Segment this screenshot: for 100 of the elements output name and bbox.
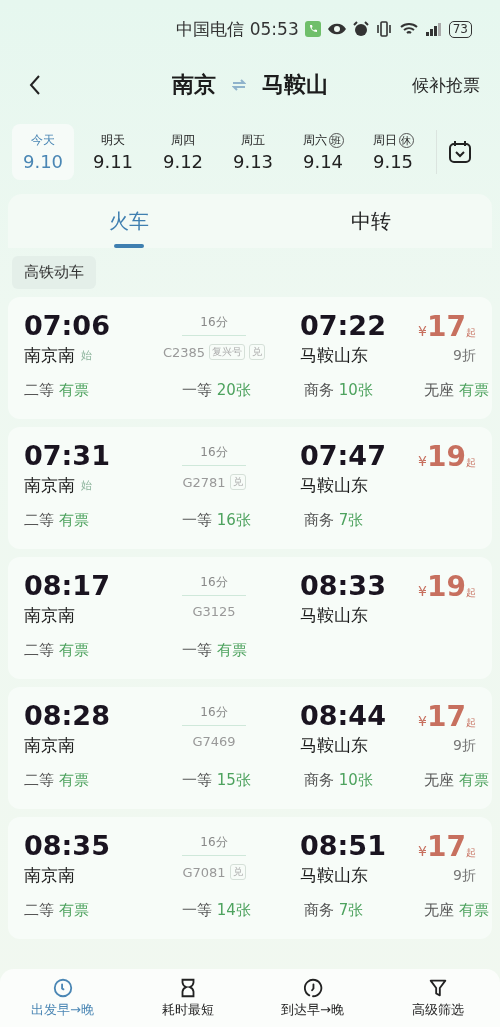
clock-icon — [301, 977, 324, 999]
sort-tab[interactable]: 耗时最短 — [125, 969, 250, 1027]
mode-tab[interactable]: 火车 — [8, 194, 250, 248]
seat-availability: 一等 20张 — [181, 381, 252, 400]
wifi-icon — [398, 21, 419, 37]
date-label: 9.12 — [162, 151, 204, 172]
departure-station: 南京南 — [24, 344, 75, 367]
train-card[interactable]: 07:31 南京南 始 16分 G2781 兑 07:47 马鞍山东 ¥19起 二等 有票 一等 16张 商务 7张 — [8, 427, 492, 549]
arrival-time: 08:44 — [300, 700, 387, 732]
eye-icon — [326, 22, 347, 36]
departure-station: 南京南 — [24, 864, 75, 887]
seat-availability: 商务 10张 — [304, 381, 374, 400]
date-tab[interactable]: 周六 班 9.14 — [292, 124, 354, 180]
seat-availability: 商务 7张 — [304, 901, 365, 920]
train-tag: 兑 — [249, 344, 266, 360]
weekday-label: 周四 — [171, 132, 195, 149]
weekday-label: 周六 — [302, 132, 327, 149]
seat-availability: 无座 有票 — [424, 771, 489, 790]
train-number: G7469 — [192, 734, 236, 749]
filter-chip[interactable]: 高铁动车 — [12, 256, 96, 289]
sort-tab[interactable]: 出发早→晚 — [0, 969, 125, 1027]
origin-city: 南京 — [172, 71, 216, 99]
date-tab[interactable]: 今天 9.10 — [12, 124, 74, 180]
seat-availability: 二等 有票 — [24, 511, 90, 530]
seat-availability: 二等 有票 — [24, 901, 90, 920]
carrier-name: 中国电信 — [175, 17, 244, 41]
discount-label: 9折 — [453, 737, 476, 755]
weekday-label: 周五 — [241, 132, 265, 149]
arrival-time: 08:33 — [300, 570, 387, 602]
arrival-time: 07:22 — [300, 310, 387, 342]
seat-availability: 一等 14张 — [181, 901, 252, 920]
currency-symbol: ¥ — [418, 453, 428, 469]
currency-symbol: ¥ — [418, 713, 428, 729]
signal-icon — [424, 21, 443, 37]
currency-symbol: ¥ — [418, 323, 428, 339]
train-tag: 兑 — [229, 474, 246, 490]
seat-availability: 一等 16张 — [181, 511, 252, 530]
calendar-icon[interactable] — [447, 139, 473, 165]
arrival-time: 07:47 — [300, 440, 387, 472]
train-card[interactable]: 08:35 南京南 16分 G7081 兑 08:51 马鞍山东 ¥17起 9折 二等 有票 一等 14张 商务 7张 无座 有票 — [8, 817, 492, 939]
alarm-icon — [352, 21, 369, 37]
seat-availability: 二等 有票 — [24, 771, 90, 790]
arrival-station: 马鞍山东 — [300, 604, 368, 627]
departure-time: 08:28 — [24, 700, 111, 732]
departure-station: 南京南 — [24, 604, 75, 627]
departure-time: 07:31 — [24, 440, 111, 472]
seat-availability: 二等 有票 — [24, 641, 90, 660]
date-label: 9.15 — [372, 151, 414, 172]
price: 17 — [427, 700, 466, 733]
arrival-station: 马鞍山东 — [300, 474, 368, 497]
arrival-station: 马鞍山东 — [300, 734, 368, 757]
phone-icon — [304, 21, 321, 37]
price-suffix: 起 — [466, 587, 476, 600]
departure-station: 南京南 — [24, 734, 75, 757]
train-number: G3125 — [192, 604, 236, 619]
arrival-station: 马鞍山东 — [300, 864, 368, 887]
seat-availability: 一等 15张 — [181, 771, 252, 790]
date-label: 9.13 — [232, 151, 274, 172]
currency-symbol: ¥ — [418, 583, 428, 599]
date-label: 9.11 — [92, 151, 134, 172]
currency-symbol: ¥ — [418, 843, 428, 859]
date-tab[interactable]: 周四 9.12 — [152, 124, 214, 180]
departure-time: 07:06 — [24, 310, 111, 342]
mode-tab[interactable]: 中转 — [250, 194, 492, 248]
price: 17 — [427, 310, 466, 343]
arrival-station: 马鞍山东 — [300, 344, 368, 367]
vibrate-icon — [374, 21, 393, 37]
seat-availability: 无座 有票 — [424, 901, 489, 920]
duration: 16分 — [200, 704, 228, 721]
duration: 16分 — [200, 444, 228, 461]
seat-availability: 一等 有票 — [181, 641, 248, 660]
price-suffix: 起 — [466, 457, 476, 470]
train-card[interactable]: 07:06 南京南 始 16分 C2385 复兴号 兑 07:22 马鞍山东 ¥17起 9折 二等 有票 一等 20张 商务 10张 无座 有票 — [8, 297, 492, 419]
duration: 16分 — [200, 834, 228, 851]
train-card[interactable]: 08:17 南京南 16分 G3125 08:33 马鞍山东 ¥19起 二等 有票 一等 有票 — [8, 557, 492, 679]
sort-tab[interactable]: 到达早→晚 — [250, 969, 375, 1027]
train-tag: 兑 — [229, 864, 246, 880]
seat-availability: 商务 7张 — [304, 511, 365, 530]
arrival-time: 08:51 — [300, 830, 387, 862]
train-card[interactable]: 08:28 南京南 16分 G7469 08:44 马鞍山东 ¥17起 9折 二等 有票 一等 15张 商务 10张 无座 有票 — [8, 687, 492, 809]
train-number: C2385 — [162, 344, 206, 360]
departure-station: 南京南 — [24, 474, 75, 497]
train-tag: 复兴号 — [209, 344, 246, 360]
price: 17 — [427, 830, 466, 863]
price-suffix: 起 — [466, 847, 476, 860]
date-tab[interactable]: 周日 休 9.15 — [362, 124, 424, 180]
date-label: 9.10 — [22, 151, 64, 172]
date-tab[interactable]: 周五 9.13 — [222, 124, 284, 180]
price: 19 — [427, 440, 466, 473]
discount-label: 9折 — [453, 347, 476, 365]
battery-indicator: 73 — [448, 20, 472, 38]
train-number: G2781 — [182, 474, 226, 490]
discount-label: 9折 — [453, 867, 476, 885]
origin-label: 始 — [81, 348, 92, 363]
date-tab[interactable]: 明天 9.11 — [82, 124, 144, 180]
waitlist-button[interactable]: 候补抢票 — [412, 73, 480, 97]
destination-city: 马鞍山 — [262, 71, 328, 99]
departure-time: 08:35 — [24, 830, 111, 862]
origin-label: 始 — [81, 478, 92, 493]
sort-tab[interactable]: 高级筛选 — [375, 969, 500, 1027]
